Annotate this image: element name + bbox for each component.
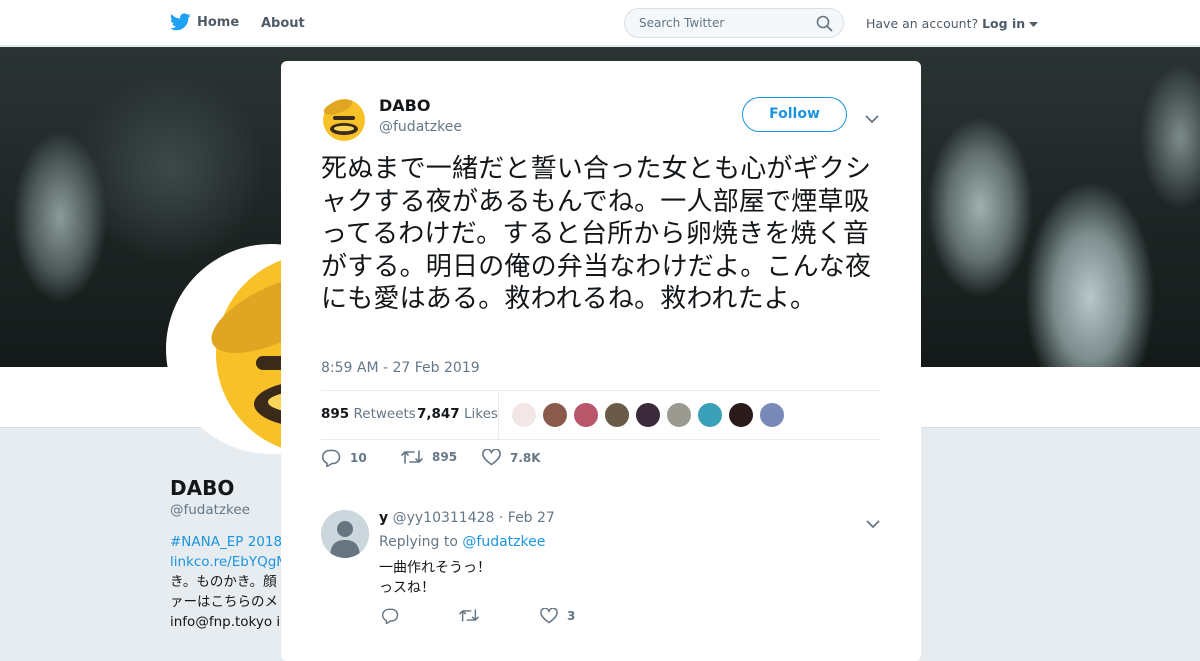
tweet-menu-caret[interactable] [865,109,879,128]
heart-icon [540,608,558,624]
search-input[interactable] [637,15,811,31]
likes-stat[interactable]: 7,847 Likes [417,406,498,422]
login-link[interactable]: Log in [982,16,1025,31]
reply-action[interactable]: 10 [321,449,367,467]
reply-date[interactable]: · Feb 27 [499,510,555,526]
liker-avatar[interactable] [511,402,537,428]
reply-reply-action[interactable] [381,608,399,624]
tweet-author-avatar[interactable] [321,96,367,142]
likes-label: Likes [464,406,498,422]
reply-like-action[interactable]: 3 [540,608,575,624]
liker-avatar[interactable] [542,402,568,428]
tweet-actions: 10 895 7.8K [321,449,881,471]
nav-home-label: Home [197,14,240,30]
like-count: 7.8K [510,450,541,465]
liker-avatar[interactable] [728,402,754,428]
tweet-timestamp[interactable]: 8:59 AM - 27 Feb 2019 [321,360,480,376]
liker-avatars [511,402,785,428]
tweet-modal: DABO @fudatzkee Follow 死ぬまで一緒だと誓い合った女とも心… [281,61,921,661]
profile-handle: @fudatzkee [170,502,250,518]
retweet-icon [459,609,479,622]
bio-line: ァーはこちらのメ [170,594,278,610]
tweet-text: 死ぬまで一緒だと誓い合った女とも心がギクシャクする夜があるもんでね。一人部屋で煙… [321,154,872,314]
account-prompt: Have an account? Log in [866,16,1039,31]
close-modal-button[interactable] [1155,12,1177,38]
chevron-down-icon [866,520,880,528]
reply-author-avatar[interactable] [321,510,369,558]
top-navigation-bar: Home About Have an account? Log in [0,0,1200,46]
reply-text: 一曲作れそうっ！ っスね！ [379,558,491,598]
reply-text-line: っスね！ [379,580,435,596]
bio-line: info@fnp.tokyo ins [170,614,290,630]
retweets-count: 895 [321,406,350,422]
reply-icon [382,608,399,624]
reply-icon [321,449,341,467]
nav-home-link[interactable]: Home [170,13,239,31]
retweets-stat[interactable]: 895 Retweets [321,406,416,422]
like-action[interactable]: 7.8K [482,449,541,466]
liker-avatar[interactable] [573,402,599,428]
liker-avatar[interactable] [604,402,630,428]
bio-hashtag-line[interactable]: #NANA_EP 2018. [170,532,290,552]
replying-to-prefix: Replying to [379,534,458,550]
bio-line: き。ものかき。顔 [170,574,277,590]
reply-text-line: 一曲作れそうっ！ [379,560,491,576]
saluting-face-emoji [323,99,365,141]
liker-avatar[interactable] [666,402,692,428]
twitter-bird-icon [170,13,191,31]
search-icon[interactable] [816,15,833,36]
default-avatar-icon [321,510,369,558]
liker-avatar[interactable] [697,402,723,428]
reply-author-name[interactable]: y [379,510,388,526]
profile-name: DABO [170,476,235,500]
follow-button[interactable]: Follow [742,97,847,132]
retweets-label: Retweets [353,406,416,422]
likes-count: 7,847 [417,406,460,422]
login-caret-icon[interactable] [1029,22,1039,28]
replying-to-link[interactable]: @fudatzkee [462,534,545,550]
stats-divider [498,391,499,439]
reply-actions: 3 [379,608,679,628]
account-prompt-text: Have an account? [866,16,979,31]
retweet-action[interactable]: 895 [401,449,457,465]
retweet-icon [401,450,423,464]
liker-avatar[interactable] [635,402,661,428]
close-icon [1156,13,1176,33]
reply-header: y @yy10311428 · Feb 27 [379,510,555,526]
tweet-stats: 895 Retweets 7,847 Likes [321,390,881,440]
reply-like-count: 3 [567,609,576,623]
nav-about-link[interactable]: About [261,16,305,31]
tweet-author-name[interactable]: DABO [379,96,430,115]
heart-icon [482,449,501,466]
search-box[interactable] [624,8,844,38]
reply-count: 10 [350,451,367,465]
replying-to-line: Replying to @fudatzkee [379,534,545,550]
reply-menu-caret[interactable] [866,514,880,533]
profile-bio: #NANA_EP 2018. linkco.re/EbYQgM き。ものかき。顔… [170,532,290,632]
reply-author-handle[interactable]: @yy10311428 [393,510,495,526]
tweet-author-handle[interactable]: @fudatzkee [379,119,462,135]
chevron-down-icon [865,115,879,123]
bio-link-line[interactable]: linkco.re/EbYQgM [170,552,290,572]
liker-avatar[interactable] [759,402,785,428]
reply-retweet-action[interactable] [459,608,479,623]
retweet-count: 895 [432,450,458,464]
